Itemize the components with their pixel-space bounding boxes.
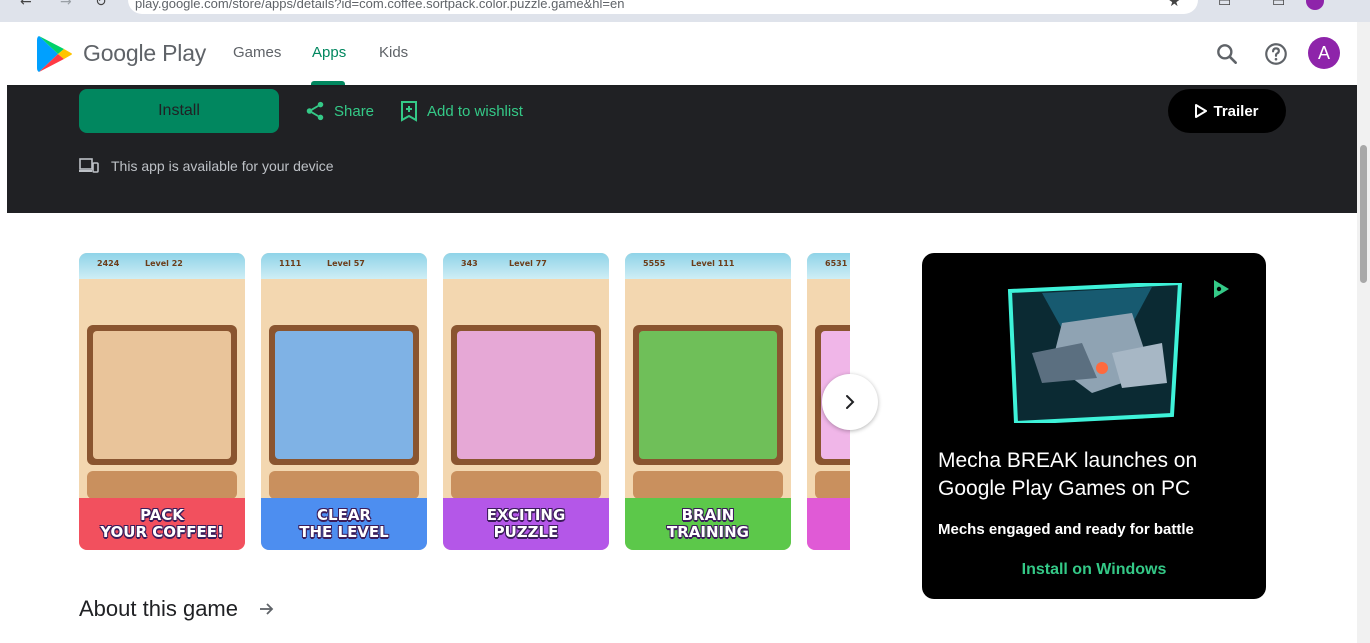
browser-profile-avatar[interactable] <box>1306 0 1324 10</box>
coin-count: 2424 <box>97 259 120 268</box>
trailer-button[interactable]: Trailer <box>1168 89 1286 133</box>
play-icon <box>1195 104 1208 118</box>
caption-line-1: PACK <box>140 506 184 524</box>
caption-text: EXCITING PUZZLE <box>487 507 566 541</box>
scrollbar-thumb[interactable] <box>1360 145 1367 283</box>
coin-count: 343 <box>461 259 478 268</box>
active-tab-indicator <box>311 81 345 85</box>
caption-line-2: TRAINING <box>667 523 749 541</box>
install-button[interactable]: Install <box>79 89 279 133</box>
caption-line-2: PUZZLE <box>493 523 559 541</box>
downloads-icon[interactable]: ▭ <box>1218 0 1231 10</box>
page-scrollbar[interactable] <box>1357 22 1370 643</box>
screenshot-3[interactable]: 343 Level 77 EXCITING PUZZLE <box>443 253 609 550</box>
caption-text: BRAIN TRAINING <box>667 507 749 541</box>
screenshot-carousel[interactable]: 2424 Level 22 PACK YOUR COFFEE! 1111 Level 57… <box>79 253 850 550</box>
caption-line-1: BRAIN <box>681 506 735 524</box>
screenshot-caption: EXCITING PUZZLE <box>443 498 609 550</box>
about-title: About this game <box>79 596 238 621</box>
puzzle-board-cells <box>639 331 777 459</box>
help-icon[interactable] <box>1263 41 1289 67</box>
screenshot-caption: COYO <box>807 498 850 550</box>
puzzle-board <box>633 325 783 465</box>
share-button[interactable]: Share <box>304 100 374 122</box>
chevron-right-icon <box>846 395 855 409</box>
google-play-logo-icon[interactable] <box>37 35 73 73</box>
trailer-label: Trailer <box>1213 102 1259 120</box>
caption-line-1: EXCITING <box>486 506 566 524</box>
url-text[interactable]: play.google.com/store/apps/details?id=co… <box>135 0 624 11</box>
caption-text: PACK YOUR COFFEE! <box>100 507 224 541</box>
search-icon[interactable] <box>1214 41 1240 67</box>
game-status-bar: 2424 Level 22 <box>79 253 245 279</box>
app-hero-banner: Install Share Add to wishlist Trailer Th… <box>7 85 1357 213</box>
device-note-text: This app is available for your device <box>111 158 334 174</box>
forward-icon[interactable]: → <box>60 0 72 10</box>
wishlist-label: Add to wishlist <box>427 102 523 120</box>
puzzle-board-cells <box>275 331 413 459</box>
tab-games[interactable]: Games <box>233 44 281 61</box>
level-label: Level 57 <box>327 259 365 268</box>
extensions-icon[interactable]: ▭ <box>1272 0 1285 10</box>
game-status-bar: 343 Level 77 <box>443 253 609 279</box>
coin-count: 1111 <box>279 259 302 268</box>
google-play-games-icon <box>1214 280 1229 298</box>
cup-tray <box>451 471 601 499</box>
tab-apps[interactable]: Apps <box>312 44 346 61</box>
browser-toolbar: ← → ↻ play.google.com/store/apps/details… <box>0 0 1370 22</box>
caption-line-1: CLEAR <box>317 506 371 524</box>
promo-title: Mecha BREAK launches on Google Play Game… <box>938 449 1198 500</box>
coin-count: 5555 <box>643 259 666 268</box>
share-label: Share <box>334 102 375 120</box>
level-label: Level 77 <box>509 259 547 268</box>
account-avatar[interactable]: A <box>1308 37 1340 69</box>
coin-count: 6531 <box>825 259 848 268</box>
reload-icon[interactable]: ↻ <box>95 0 107 10</box>
about-this-game-header[interactable]: About this game <box>79 596 274 622</box>
top-app-bar: Google Play Games Apps Kids A <box>7 22 1357 85</box>
screenshot-1[interactable]: 2424 Level 22 PACK YOUR COFFEE! <box>79 253 245 550</box>
caption-line-2: THE LEVEL <box>299 523 389 541</box>
screenshot-caption: BRAIN TRAINING <box>625 498 791 550</box>
cup-tray <box>269 471 419 499</box>
google-play-wordmark[interactable]: Google Play <box>83 40 206 67</box>
level-label: Level 22 <box>145 259 183 268</box>
carousel-next-button[interactable] <box>822 374 878 430</box>
install-on-windows-link[interactable]: Install on Windows <box>922 561 1266 579</box>
bookmark-add-icon <box>401 101 417 122</box>
puzzle-board-cells <box>93 331 231 459</box>
promo-card-mecha-break[interactable]: Mecha BREAK launches on Google Play Game… <box>922 253 1266 599</box>
share-icon <box>306 101 324 121</box>
game-status-bar: 1111 Level 57 <box>261 253 427 279</box>
caption-text: CLEAR THE LEVEL <box>299 507 388 541</box>
caption-line-2: YOUR COFFEE! <box>100 523 224 541</box>
arrow-right-icon <box>259 603 274 615</box>
promo-subtitle: Mechs engaged and ready for battle <box>938 521 1194 538</box>
cup-tray <box>87 471 237 499</box>
screenshot-caption: PACK YOUR COFFEE! <box>79 498 245 550</box>
play-store-page: Google Play Games Apps Kids A Install Sh… <box>7 22 1357 643</box>
puzzle-board <box>269 325 419 465</box>
puzzle-board-cells <box>457 331 595 459</box>
back-icon[interactable]: ← <box>20 0 32 10</box>
game-status-bar: 6531Level 140 <box>807 253 850 279</box>
screenshot-4[interactable]: 5555 Level 111 BRAIN TRAINING <box>625 253 791 550</box>
screenshot-caption: CLEAR THE LEVEL <box>261 498 427 550</box>
screenshot-2[interactable]: 1111 Level 57 CLEAR THE LEVEL <box>261 253 427 550</box>
mecha-artwork <box>1007 283 1183 423</box>
cup-tray <box>815 471 850 499</box>
tab-kids[interactable]: Kids <box>379 44 408 61</box>
device-availability-note: This app is available for your device <box>79 158 334 174</box>
add-to-wishlist-button[interactable]: Add to wishlist <box>399 100 523 122</box>
devices-icon <box>79 158 99 173</box>
level-label: Level 111 <box>691 259 735 268</box>
cup-tray <box>633 471 783 499</box>
game-status-bar: 5555 Level 111 <box>625 253 791 279</box>
puzzle-board <box>87 325 237 465</box>
puzzle-board <box>451 325 601 465</box>
bookmark-star-icon[interactable]: ★ <box>1168 0 1181 10</box>
